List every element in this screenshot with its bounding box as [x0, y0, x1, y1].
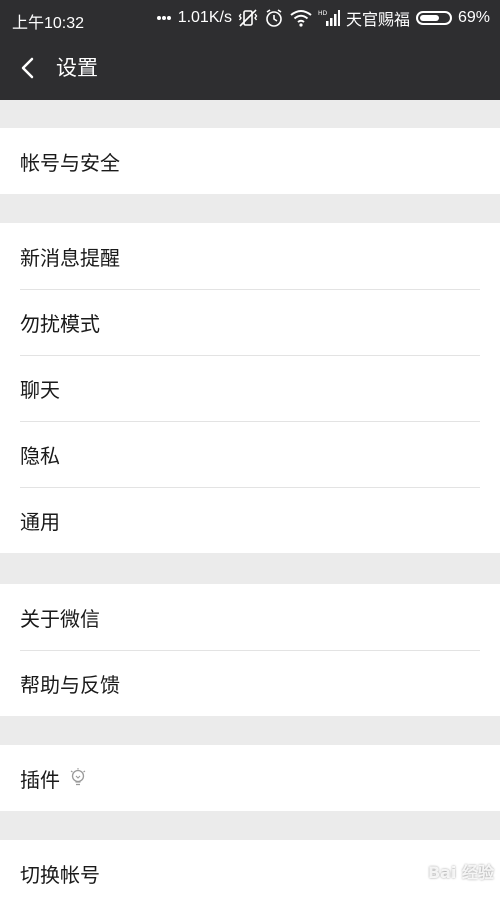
settings-item-do-not-disturb[interactable]: 勿扰模式: [0, 289, 500, 355]
page-title: 设置: [56, 56, 98, 80]
settings-item-label: 聊天: [20, 377, 60, 402]
settings-item-privacy[interactable]: 隐私: [0, 421, 500, 487]
status-icons: 1.01K/s HD 天官赐福 69%: [156, 6, 490, 30]
settings-item-label: 帐号与安全: [20, 150, 120, 175]
battery-percent: 69%: [457, 9, 490, 26]
settings-item-label: 通用: [20, 509, 60, 534]
carrier-name: 天官赐福: [345, 12, 410, 29]
settings-item-about-wechat[interactable]: 关于微信: [0, 584, 500, 650]
settings-group-about: 关于微信 帮助与反馈: [0, 584, 500, 716]
signal-icon: HD: [318, 9, 340, 27]
settings-item-label: 切换帐号: [20, 862, 100, 887]
settings-item-plugins[interactable]: 插件: [0, 745, 500, 811]
battery-icon: [415, 11, 452, 25]
status-bar: 上午10:32 1.01K/s HD 天官赐福 69%: [0, 0, 500, 36]
settings-group-switch: 切换帐号: [0, 840, 500, 906]
lightbulb-icon: [70, 768, 86, 788]
settings-item-account-security[interactable]: 帐号与安全: [0, 128, 500, 194]
settings-item-chat[interactable]: 聊天: [0, 355, 500, 421]
settings-item-label: 帮助与反馈: [20, 672, 120, 697]
settings-group-general: 新消息提醒 勿扰模式 聊天 隐私 通用: [0, 223, 500, 553]
svg-text:HD: HD: [318, 10, 328, 17]
alarm-icon: [264, 8, 284, 28]
settings-group-plugins: 插件: [0, 745, 500, 811]
settings-item-general[interactable]: 通用: [0, 487, 500, 553]
more-dots-icon: [156, 15, 172, 21]
settings-item-help-feedback[interactable]: 帮助与反馈: [0, 650, 500, 716]
status-time: 上午10:32: [12, 15, 85, 32]
settings-group-account: 帐号与安全: [0, 128, 500, 194]
settings-item-label: 关于微信: [20, 606, 100, 631]
settings-item-new-message-alert[interactable]: 新消息提醒: [0, 223, 500, 289]
settings-item-label: 隐私: [20, 443, 60, 468]
settings-item-label: 新消息提醒: [20, 245, 120, 270]
watermark: Bai 经验: [427, 863, 494, 882]
settings-item-label: 勿扰模式: [20, 311, 100, 336]
vibrate-icon: [238, 8, 258, 28]
title-bar: 设置: [0, 36, 500, 100]
settings-item-label: 插件: [20, 767, 60, 792]
back-icon[interactable]: [14, 54, 42, 82]
wifi-icon: [290, 9, 312, 27]
network-speed: 1.01K/s: [177, 9, 232, 26]
settings-item-switch-account[interactable]: 切换帐号: [0, 840, 500, 906]
